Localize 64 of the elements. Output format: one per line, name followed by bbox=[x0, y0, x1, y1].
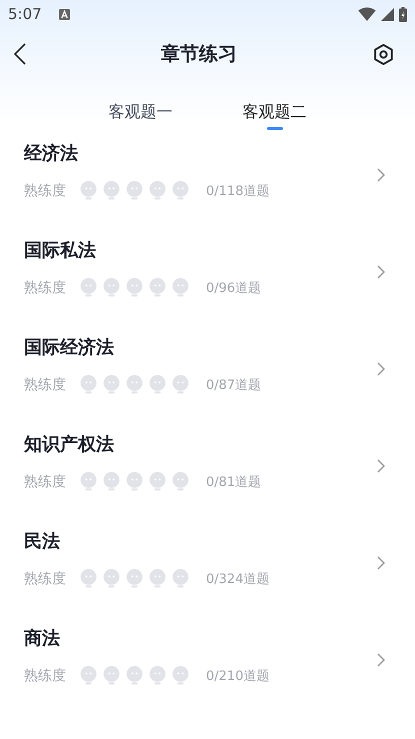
bulb-icon bbox=[172, 375, 189, 394]
bulb-icon bbox=[80, 472, 97, 491]
proficiency-label: 熟练度 bbox=[24, 278, 66, 296]
tab[interactable]: 客观题二 bbox=[242, 102, 306, 132]
bulb-icon bbox=[126, 569, 143, 588]
bulb-icon bbox=[149, 569, 166, 588]
chevron-right-icon[interactable] bbox=[377, 652, 385, 666]
tab[interactable]: 客观题一 bbox=[108, 102, 172, 132]
settings-icon[interactable] bbox=[372, 42, 395, 66]
bulb-icon bbox=[80, 278, 97, 297]
question-count: 0/96道题 bbox=[206, 280, 262, 296]
bulb-icon bbox=[149, 278, 166, 297]
bulb-icon bbox=[149, 181, 166, 200]
page-title: 章节练习 bbox=[161, 42, 237, 67]
proficiency-label: 熟练度 bbox=[24, 472, 66, 490]
chapter-title: 经济法 bbox=[24, 142, 79, 165]
bulb-icon bbox=[103, 375, 120, 394]
bulb-icon bbox=[172, 181, 189, 200]
bulb-icon bbox=[80, 666, 97, 685]
bulb-icon bbox=[103, 472, 120, 491]
bulb-icon bbox=[172, 472, 189, 491]
bulb-icon bbox=[126, 278, 143, 297]
bulb-icon bbox=[103, 569, 120, 588]
bulb-icon bbox=[126, 375, 143, 394]
bulb-icon bbox=[80, 375, 97, 394]
chevron-right-icon[interactable] bbox=[377, 458, 385, 472]
chapter-title: 国际经济法 bbox=[24, 336, 115, 359]
wifi-icon bbox=[358, 7, 376, 21]
status-time: 5:07 bbox=[8, 5, 42, 23]
chapter-title: 知识产权法 bbox=[24, 433, 115, 456]
signal-icon bbox=[381, 8, 394, 20]
back-icon[interactable] bbox=[14, 43, 26, 65]
bulb-icon bbox=[149, 666, 166, 685]
chapter-title: 商法 bbox=[24, 627, 61, 650]
chevron-right-icon[interactable] bbox=[377, 168, 385, 182]
bulb-icon bbox=[80, 569, 97, 588]
notification-icon bbox=[58, 8, 70, 20]
bulb-icon bbox=[126, 181, 143, 200]
bulb-icon bbox=[149, 472, 166, 491]
question-count: 0/118道题 bbox=[206, 182, 270, 200]
battery-icon bbox=[399, 6, 407, 22]
bulb-icon bbox=[126, 666, 143, 685]
chapter-title: 民法 bbox=[24, 530, 61, 553]
chevron-right-icon[interactable] bbox=[377, 362, 385, 376]
bulb-icon bbox=[149, 375, 166, 394]
question-count: 0/210道题 bbox=[206, 668, 270, 684]
proficiency-label: 熟练度 bbox=[24, 182, 66, 200]
chevron-right-icon[interactable] bbox=[377, 556, 385, 570]
bulb-icon bbox=[172, 569, 189, 588]
bulb-icon bbox=[103, 278, 120, 297]
proficiency-label: 熟练度 bbox=[24, 570, 66, 588]
bulb-icon bbox=[103, 181, 120, 200]
bulb-icon bbox=[172, 278, 189, 297]
question-count: 0/87道题 bbox=[206, 376, 262, 394]
chevron-right-icon[interactable] bbox=[377, 264, 385, 278]
chapter-title: 国际私法 bbox=[24, 239, 97, 262]
proficiency-label: 熟练度 bbox=[24, 376, 66, 394]
question-count: 0/81道题 bbox=[206, 474, 262, 490]
bulb-icon bbox=[172, 666, 189, 685]
bulb-icon bbox=[80, 181, 97, 200]
question-count: 0/324道题 bbox=[206, 570, 270, 588]
bulb-icon bbox=[103, 666, 120, 685]
bulb-icon bbox=[126, 472, 143, 491]
proficiency-label: 熟练度 bbox=[24, 666, 66, 684]
